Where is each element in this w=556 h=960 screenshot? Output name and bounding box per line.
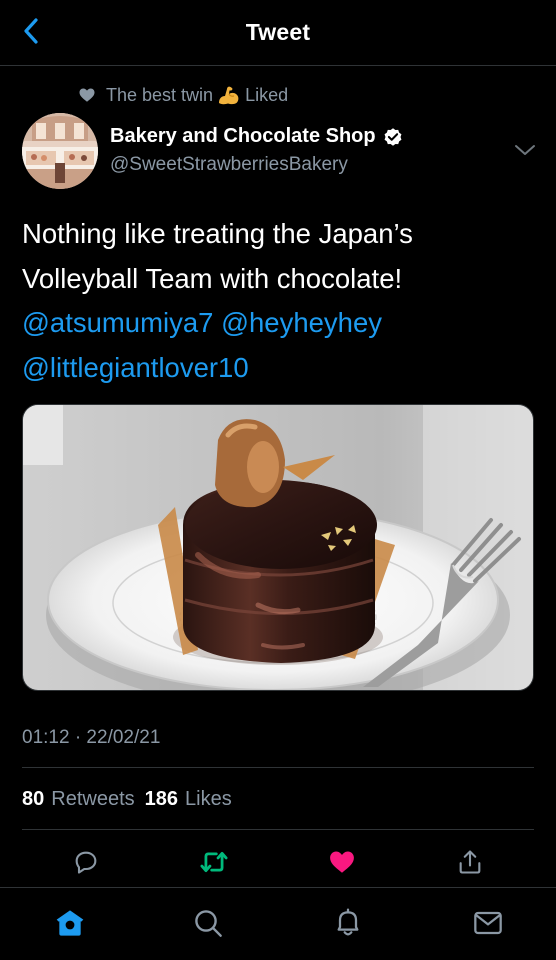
social-context[interactable]: The best twin Liked	[78, 83, 288, 107]
tweet-text-line: Volleyball Team with chocolate!	[22, 262, 403, 294]
page-title: Tweet	[245, 19, 311, 45]
reply-button[interactable]	[70, 846, 102, 878]
tab-home[interactable]	[52, 905, 88, 941]
bottom-tab-bar	[0, 887, 556, 960]
heart-icon	[79, 88, 95, 102]
likes-stat[interactable]: 186 Likes	[145, 788, 232, 811]
retweets-label: Retweets	[51, 788, 135, 810]
reply-icon	[75, 851, 97, 874]
author-handle[interactable]: @SweetStrawberriesBakery	[110, 154, 348, 176]
top-header: Tweet	[0, 0, 556, 66]
like-button[interactable]	[326, 846, 358, 878]
mention-link[interactable]: @littlegiantlover10	[22, 352, 249, 383]
verified-badge-icon	[384, 127, 402, 146]
tweet-media-image[interactable]	[22, 404, 534, 691]
liked-label: Liked	[245, 84, 289, 105]
divider	[22, 829, 534, 830]
social-context-text: The best twin Liked	[106, 83, 288, 107]
search-icon	[195, 910, 222, 937]
retweets-stat[interactable]: 80 Retweets	[22, 788, 135, 811]
mention-link[interactable]: @heyheyhey	[221, 307, 382, 338]
author-name[interactable]: Bakery and Chocolate Shop	[110, 125, 376, 148]
author-name-row[interactable]: Bakery and Chocolate Shop	[110, 125, 404, 148]
share-icon	[459, 850, 481, 874]
tab-search[interactable]	[190, 905, 226, 941]
home-icon	[56, 910, 84, 936]
retweet-button[interactable]	[198, 846, 230, 878]
tweet-text: Nothing like treating the Japan’s Volley…	[22, 212, 542, 390]
liker-name: The best twin	[106, 84, 214, 105]
retweets-count: 80	[22, 788, 45, 810]
tweet-text-line: Nothing like treating the Japan’s	[22, 218, 413, 249]
share-button[interactable]	[454, 846, 486, 878]
likes-count: 186	[144, 788, 178, 810]
tab-notifications[interactable]	[330, 905, 366, 941]
mail-icon	[474, 911, 502, 935]
bakery-shop-photo	[22, 113, 98, 189]
chevron-down-icon[interactable]	[512, 140, 538, 160]
heart-icon	[330, 851, 354, 873]
tweet-timestamp[interactable]: 01:12 · 22/02/21	[22, 727, 160, 749]
retweet-icon	[200, 851, 228, 873]
divider	[22, 767, 534, 768]
flexed-biceps-emoji	[219, 86, 239, 105]
likes-label: Likes	[185, 788, 232, 810]
tweet-action-bar	[0, 838, 556, 886]
chocolate-cake-illustration	[23, 405, 533, 690]
avatar[interactable]	[22, 113, 98, 189]
mention-link[interactable]: @atsumumiya7	[22, 307, 213, 338]
tweet-stats: 80 Retweets 186 Likes	[22, 788, 232, 811]
bell-icon	[337, 908, 359, 936]
tab-messages[interactable]	[470, 905, 506, 941]
